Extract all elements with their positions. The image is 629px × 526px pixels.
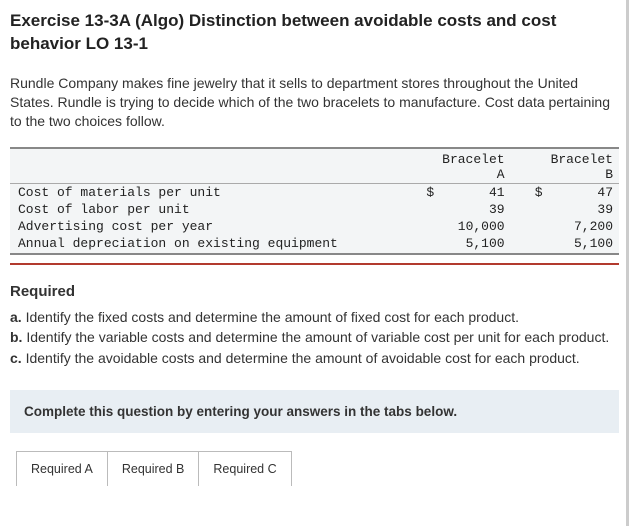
currency-symbol: $ bbox=[402, 183, 438, 201]
row-label: Advertising cost per year bbox=[10, 218, 402, 235]
list-item: b. Identify the variable costs and deter… bbox=[10, 328, 619, 347]
tab-required-b[interactable]: Required B bbox=[107, 451, 200, 486]
cell-value: 41 bbox=[438, 183, 510, 201]
table-row: Cost of materials per unit $ 41 $ 47 bbox=[10, 183, 619, 201]
problem-intro: Rundle Company makes fine jewelry that i… bbox=[10, 74, 619, 131]
list-item: a. Identify the fixed costs and determin… bbox=[10, 308, 619, 327]
cell-value: 10,000 bbox=[438, 218, 510, 235]
col-header-b: Bracelet B bbox=[547, 151, 619, 184]
row-label: Annual depreciation on existing equipmen… bbox=[10, 235, 402, 252]
required-heading: Required bbox=[10, 283, 619, 300]
cell-value: 7,200 bbox=[547, 218, 619, 235]
table-row: Cost of labor per unit 39 39 bbox=[10, 201, 619, 218]
table-row: Annual depreciation on existing equipmen… bbox=[10, 235, 619, 252]
cell-value: 47 bbox=[547, 183, 619, 201]
exercise-title: Exercise 13-3A (Algo) Distinction betwee… bbox=[10, 10, 619, 56]
cell-value: 5,100 bbox=[438, 235, 510, 252]
answer-tabs: Required A Required B Required C bbox=[16, 451, 619, 486]
required-list: a. Identify the fixed costs and determin… bbox=[10, 308, 619, 369]
row-label: Cost of materials per unit bbox=[10, 183, 402, 201]
cost-table: Bracelet A Bracelet B Cost of materials … bbox=[10, 147, 619, 255]
cell-value: 39 bbox=[438, 201, 510, 218]
table-row: Advertising cost per year 10,000 7,200 bbox=[10, 218, 619, 235]
cell-value: 39 bbox=[547, 201, 619, 218]
list-item: c. Identify the avoidable costs and dete… bbox=[10, 349, 619, 368]
instruction-bar: Complete this question by entering your … bbox=[10, 390, 619, 433]
col-header-a: Bracelet A bbox=[438, 151, 510, 184]
divider bbox=[10, 263, 619, 265]
currency-symbol: $ bbox=[511, 183, 547, 201]
row-label: Cost of labor per unit bbox=[10, 201, 402, 218]
tab-required-c[interactable]: Required C bbox=[198, 451, 291, 486]
tab-required-a[interactable]: Required A bbox=[16, 451, 108, 486]
cell-value: 5,100 bbox=[547, 235, 619, 252]
